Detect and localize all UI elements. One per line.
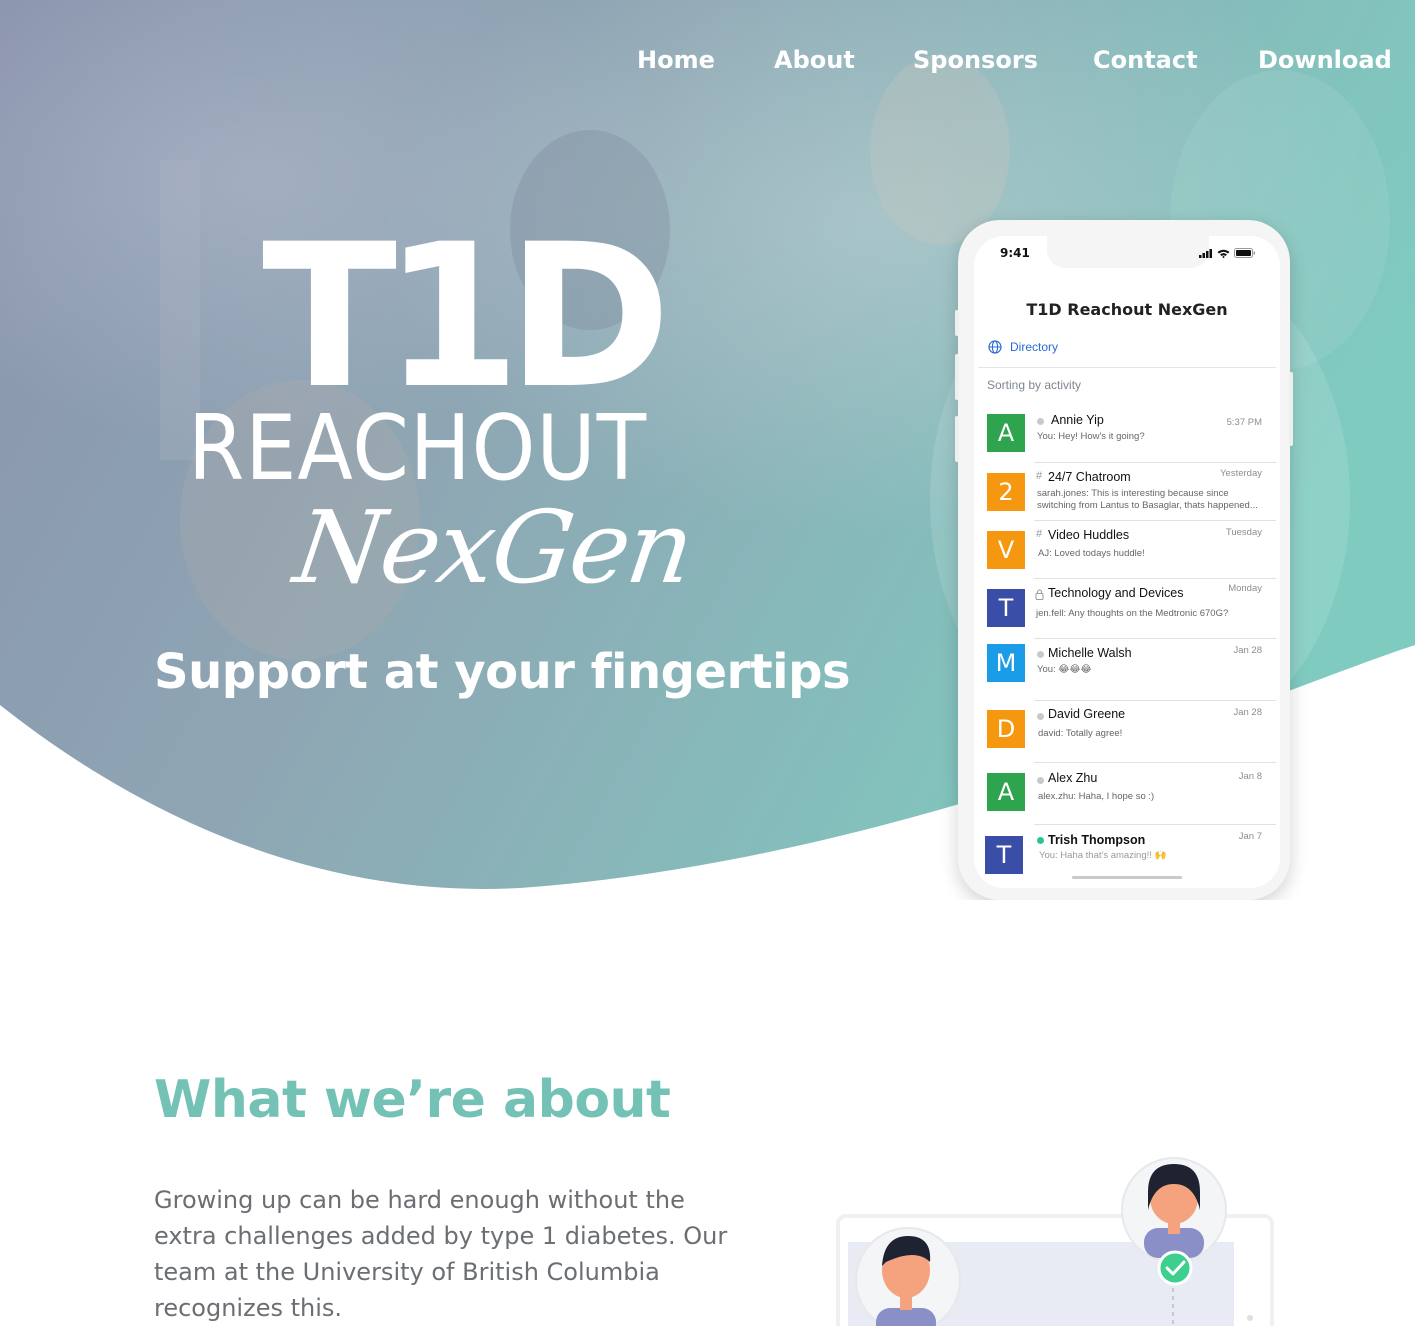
nav-contact[interactable]: Contact	[1093, 46, 1198, 74]
battery-icon	[1234, 248, 1255, 258]
signal-icon	[1199, 248, 1212, 258]
app-title: T1D Reachout NexGen	[1026, 300, 1228, 319]
hero-tagline: Support at your fingertips	[154, 644, 851, 700]
avatar: 2	[987, 473, 1025, 511]
phone-side-button	[1289, 372, 1293, 446]
chat-name: Trish Thompson	[1048, 833, 1146, 847]
directory-link[interactable]: Directory	[988, 340, 1058, 354]
divider	[1034, 578, 1276, 579]
status-dot-icon	[1037, 777, 1044, 784]
about-body: Growing up can be hard enough without th…	[154, 1186, 728, 1322]
nav-sponsors[interactable]: Sponsors	[913, 46, 1038, 74]
phone-side-button	[955, 310, 959, 336]
logo-reachout: REACHOUT	[188, 396, 648, 501]
nav-home[interactable]: Home	[637, 46, 715, 74]
chat-time: Yesterday	[1220, 468, 1262, 479]
chat-message: switching from Lantus to Basaglar, thats…	[1037, 500, 1258, 511]
chat-time: Jan 28	[1233, 707, 1262, 718]
channel-hash-icon: #	[1036, 470, 1043, 482]
person-avatar-left	[855, 1227, 961, 1326]
avatar: V	[987, 531, 1025, 569]
logo-nexgen: NexGen	[287, 489, 699, 606]
divider	[1034, 824, 1276, 825]
avatar: A	[987, 414, 1025, 452]
phone-screen: 9:41 T1D Reachout NexGen Directory Sorti…	[974, 236, 1280, 888]
status-dot-icon	[1037, 651, 1044, 658]
chat-name: 24/7 Chatroom	[1048, 470, 1131, 484]
chat-row[interactable]: T Technology and Devices Monday jen.fell…	[974, 580, 1280, 638]
chat-row[interactable]: M Michelle Walsh Jan 28 You: 😂😂😂	[974, 640, 1280, 700]
chat-message: sarah.jones: This is interesting because…	[1037, 488, 1229, 499]
chat-message: You: Hey! How's it going?	[1037, 431, 1145, 442]
avatar: T	[987, 589, 1025, 627]
divider	[1034, 462, 1276, 463]
chat-row[interactable]: V # Video Huddles Tuesday AJ: Loved toda…	[974, 522, 1280, 578]
phone-side-button	[955, 354, 959, 400]
chat-time: Jan 28	[1233, 645, 1262, 656]
chat-message: david: Totally agree!	[1038, 728, 1123, 739]
divider	[1034, 638, 1276, 639]
hero-section: Home About Sponsors Contact Download T1D…	[0, 0, 1415, 900]
status-dot-icon	[1037, 713, 1044, 720]
divider	[1034, 762, 1276, 763]
avatar: A	[987, 773, 1025, 811]
status-dot-icon	[1037, 418, 1044, 425]
sort-label: Sorting by activity	[987, 378, 1082, 392]
person-avatar-right	[1121, 1157, 1227, 1263]
chat-row[interactable]: D David Greene Jan 28 david: Totally agr…	[974, 702, 1280, 762]
status-time: 9:41	[1000, 246, 1030, 260]
connection-illustration	[836, 1157, 1274, 1326]
chat-name: Annie Yip	[1051, 413, 1104, 427]
chat-name: Alex Zhu	[1048, 771, 1098, 785]
chat-name: David Greene	[1048, 707, 1126, 721]
directory-label: Directory	[1010, 340, 1059, 354]
divider	[1034, 520, 1276, 521]
chat-time: 5:37 PM	[1226, 417, 1262, 428]
about-title: What we’re about	[154, 1070, 671, 1130]
chat-time: Monday	[1228, 583, 1262, 594]
channel-hash-icon: #	[1036, 528, 1043, 540]
logo-t1d: T1D	[262, 201, 671, 432]
avatar: T	[985, 836, 1023, 874]
chat-message: You: Haha that's amazing!! 🙌	[1039, 850, 1167, 861]
divider	[1034, 700, 1276, 701]
chat-row[interactable]: A Alex Zhu Jan 8 alex.zhu: Haha, I hope …	[974, 764, 1280, 824]
wifi-icon	[1217, 249, 1230, 258]
avatar: D	[987, 710, 1025, 748]
phone-mockup: 9:41 T1D Reachout NexGen Directory Sorti…	[955, 220, 1293, 900]
chat-message: You: 😂😂😂	[1037, 664, 1092, 675]
chat-time: Jan 8	[1238, 771, 1262, 782]
chat-message: AJ: Loved todays huddle!	[1038, 548, 1145, 559]
globe-icon	[988, 340, 1002, 354]
chat-time: Tuesday	[1225, 527, 1262, 538]
phone-side-button	[955, 416, 959, 462]
chat-message: alex.zhu: Haha, I hope so :)	[1038, 791, 1155, 802]
chat-row[interactable]: A Annie Yip 5:37 PM You: Hey! How's it g…	[974, 408, 1280, 464]
phone-notch	[1047, 236, 1209, 268]
chat-row[interactable]: 2 # 24/7 Chatroom Yesterday sarah.jones:…	[974, 464, 1280, 522]
check-icon	[1157, 1250, 1193, 1286]
divider	[978, 367, 1276, 368]
nav-about[interactable]: About	[774, 46, 855, 74]
nav-download[interactable]: Download	[1258, 46, 1392, 74]
online-dot-icon	[1037, 837, 1044, 844]
chat-name: Technology and Devices	[1048, 586, 1184, 600]
chat-time: Jan 7	[1238, 831, 1262, 842]
chat-row[interactable]: T Trish Thompson Jan 7 You: Haha that's …	[974, 826, 1280, 876]
avatar: M	[987, 644, 1025, 682]
lock-icon	[1035, 589, 1044, 600]
top-navigation: Home About Sponsors Contact Download	[0, 46, 1415, 86]
chat-name: Michelle Walsh	[1048, 646, 1132, 660]
chat-name: Video Huddles	[1048, 528, 1130, 542]
home-indicator	[1072, 876, 1182, 879]
chat-message: jen.fell: Any thoughts on the Medtronic …	[1036, 608, 1229, 619]
status-icons	[1199, 248, 1256, 258]
